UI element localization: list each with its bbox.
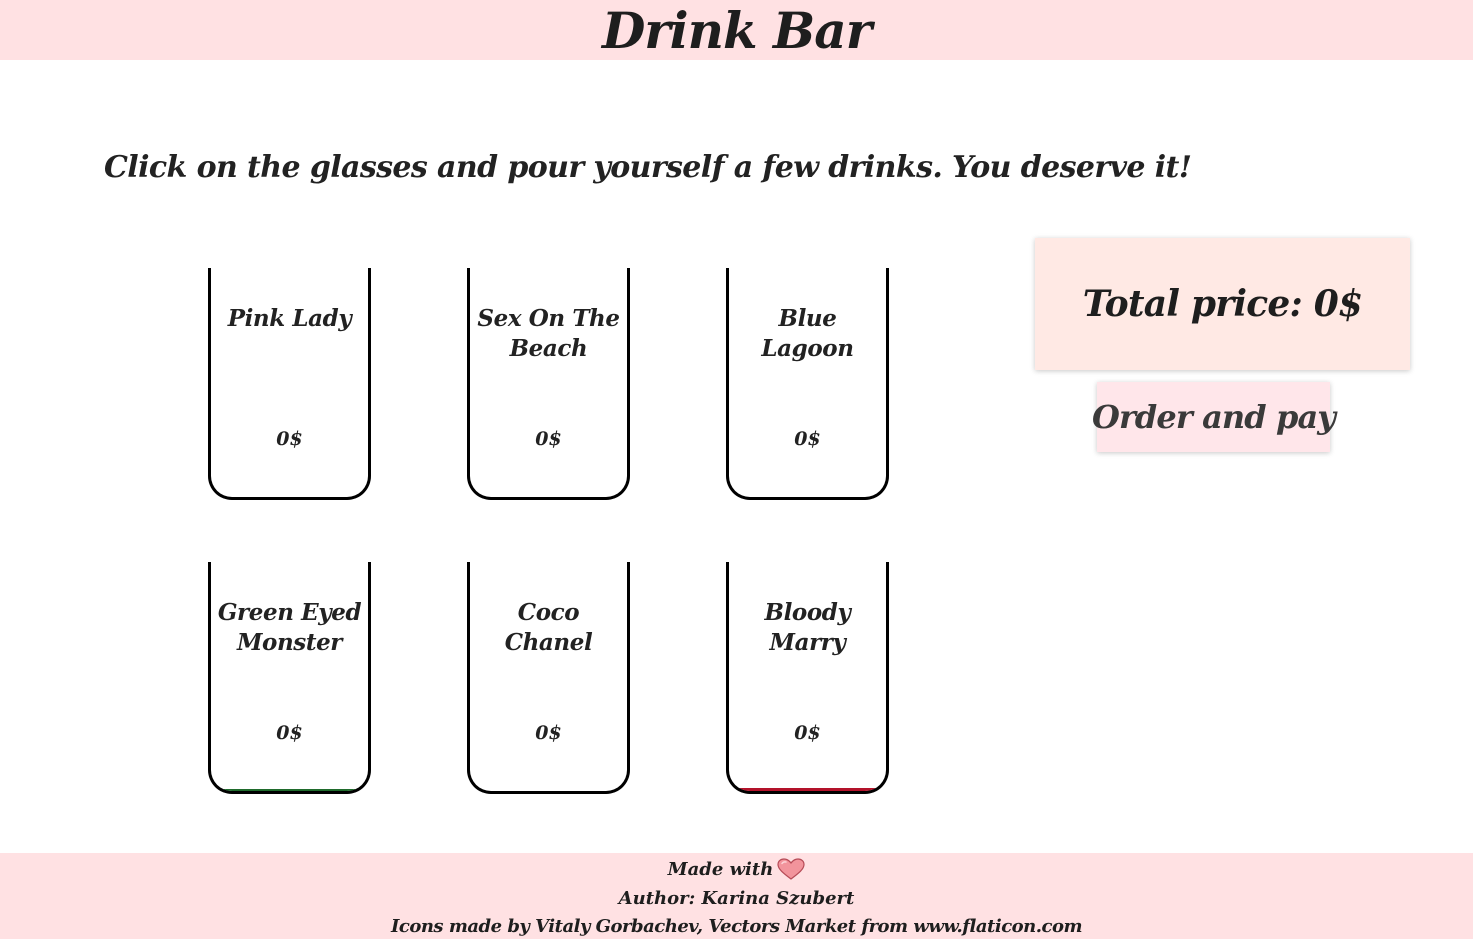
total-price-panel: Total price: 0$ (1035, 238, 1410, 370)
icon-credits-line: Icons made by Vitaly Gorbachev, Vectors … (390, 916, 1083, 937)
order-and-pay-button[interactable]: Order and pay (1092, 382, 1336, 452)
glass-fill (729, 788, 886, 791)
drink-glass-sex-on-the-beach[interactable]: Sex On The Beach 0$ (467, 268, 630, 500)
drink-glass-coco-chanel[interactable]: Coco Chanel 0$ (467, 562, 630, 794)
drink-name: Pink Lady (227, 305, 352, 332)
total-price: Total price: 0$ (1082, 283, 1363, 325)
page-footer: Made with Author: Karina Szubert Icons m… (0, 853, 1473, 939)
glass-fill (211, 789, 368, 791)
drink-glass-green-eyed-monster[interactable]: Green Eyed Monster 0$ (208, 562, 371, 794)
drink-name: Bloody Marry (764, 599, 851, 656)
drink-price: 0$ (276, 428, 303, 450)
author-line: Author: Karina Szubert (618, 888, 855, 909)
heart-icon (777, 858, 805, 880)
page-title: Drink Bar (601, 0, 872, 60)
drink-price: 0$ (535, 722, 562, 744)
drink-glass-pink-lady[interactable]: Pink Lady 0$ (208, 268, 371, 500)
drink-name: Green Eyed Monster (217, 599, 362, 656)
drink-name: Sex On The Beach (477, 305, 620, 362)
page-header: Drink Bar (0, 0, 1473, 60)
drink-price: 0$ (794, 428, 821, 450)
drink-price: 0$ (794, 722, 821, 744)
intro-text: Click on the glasses and pour yourself a… (104, 150, 1192, 185)
drink-glass-blue-lagoon[interactable]: Blue Lagoon 0$ (726, 268, 889, 500)
made-with-text: Made with (667, 858, 774, 880)
made-with-line: Made with (0, 858, 1473, 880)
drink-price: 0$ (535, 428, 562, 450)
drink-name: Coco Chanel (504, 599, 593, 656)
drink-glass-bloody-marry[interactable]: Bloody Marry 0$ (726, 562, 889, 794)
drink-price: 0$ (276, 722, 303, 744)
drink-name: Blue Lagoon (761, 305, 854, 362)
